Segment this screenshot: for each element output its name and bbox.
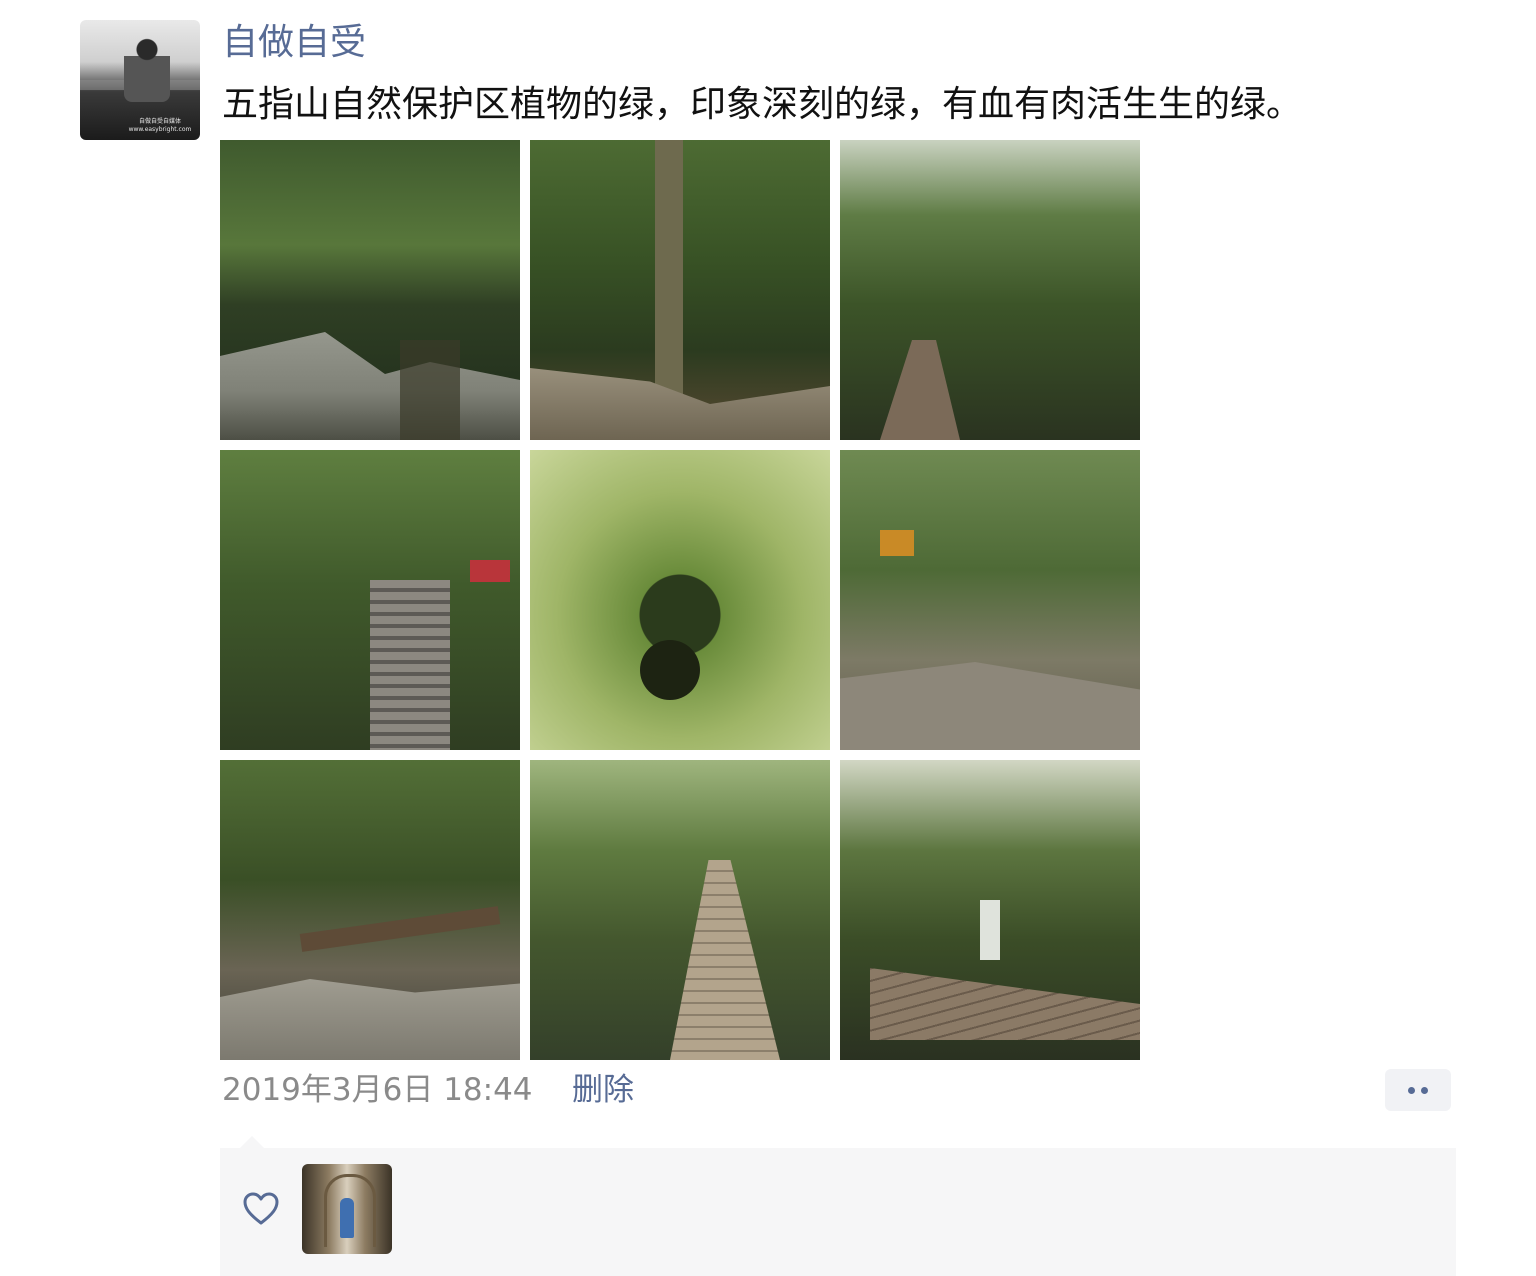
photo-boardwalk-waterfall[interactable] [840,760,1140,1060]
photo-wooden-boardwalk-jungle[interactable] [840,140,1140,440]
likes-panel [220,1148,1456,1276]
liker-avatar-person [340,1198,354,1238]
photo-fallen-tree-stream[interactable] [220,760,520,1060]
photo-boardwalk-descending[interactable] [530,760,830,1060]
author-name[interactable]: 自做自受 [222,20,366,66]
author-avatar[interactable]: 自做自受自媒体 www.easybright.com [80,20,200,140]
post-timestamp: 2019年3月6日 18:44 [222,1072,533,1108]
post-text: 五指山自然保护区植物的绿，印象深刻的绿，有血有肉活生生的绿。 [222,84,1303,125]
liker-avatar[interactable] [302,1164,392,1254]
more-options-button[interactable] [1385,1069,1451,1111]
photo-tree-trunk-vines[interactable] [530,140,830,440]
heart-icon [243,1192,279,1225]
moments-post: 自做自受自媒体 www.easybright.com 自做自受 五指山自然保护区… [0,0,1536,1276]
delete-button[interactable]: 删除 [572,1068,634,1112]
photo-grid [220,140,1140,1060]
photo-birdsnest-fern[interactable] [530,450,830,750]
photo-stone-stairs-railing[interactable] [220,450,520,750]
photo-forest-trail-sign[interactable] [840,450,1140,750]
avatar-figure [124,38,170,102]
likes-pointer [240,1136,264,1148]
more-dot-icon [1408,1087,1415,1094]
avatar-caption: 自做自受自媒体 www.easybright.com [128,118,192,133]
more-dot-icon [1421,1087,1428,1094]
photo-rocky-stream[interactable] [220,140,520,440]
